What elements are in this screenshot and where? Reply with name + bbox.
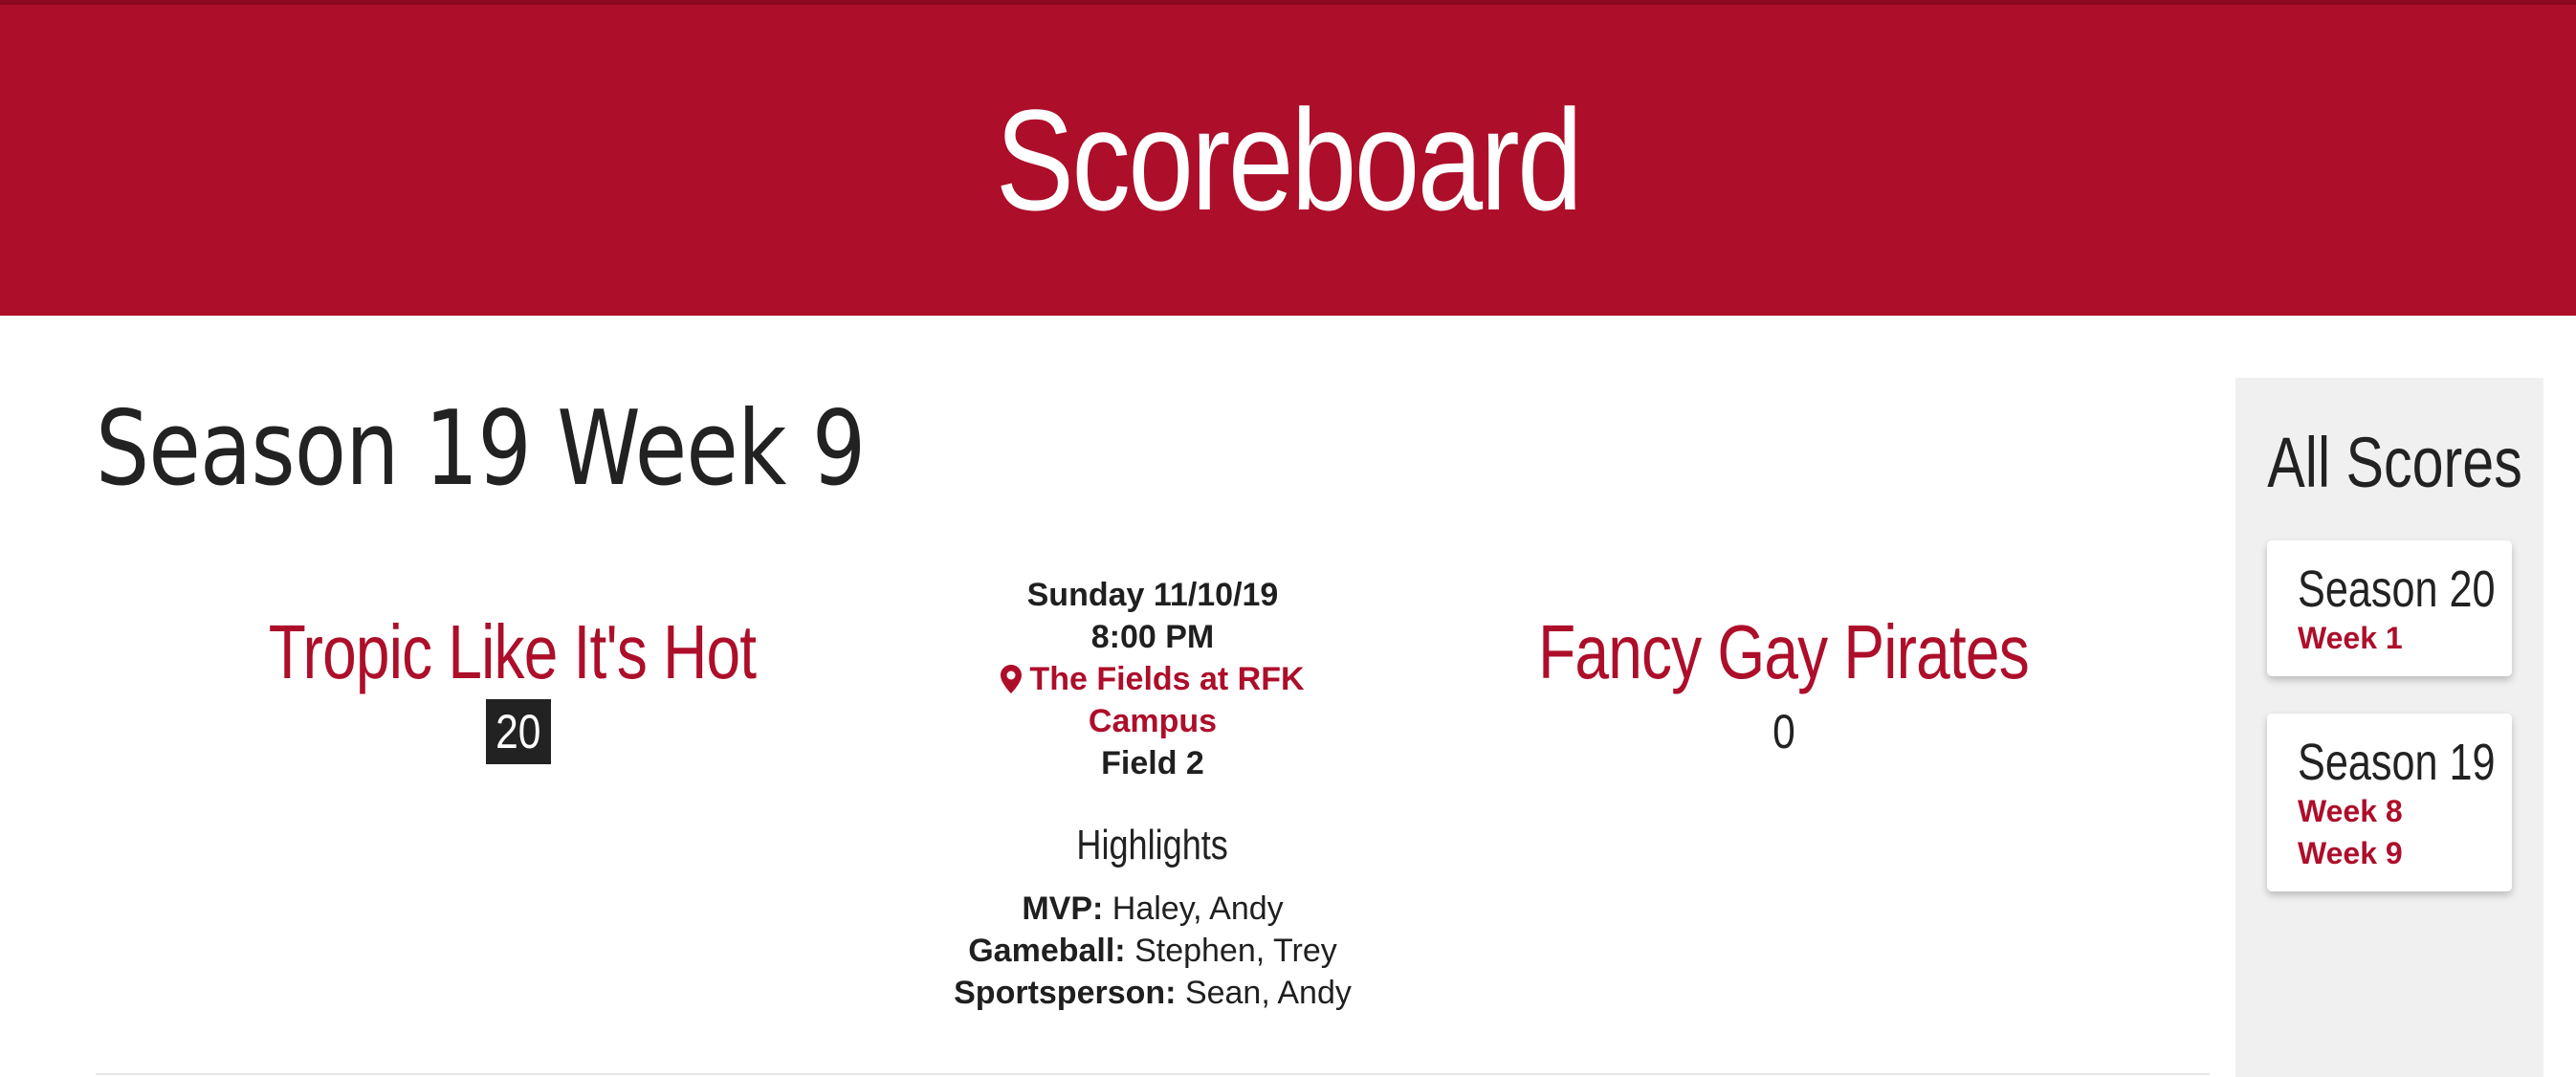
highlight-label: MVP: (1022, 890, 1104, 927)
location-link[interactable]: The Fields at RFK Campus (1001, 661, 1305, 739)
highlights-heading-text: Highlights (1076, 822, 1229, 868)
away-team-score: 0 (1746, 699, 1822, 764)
season-name-text: Season 19 (2298, 734, 2496, 791)
highlight-value: Haley, Andy (1112, 890, 1284, 927)
home-team-link[interactable]: Tropic Like It's Hot (268, 608, 756, 696)
week-link[interactable]: Week 1 (2298, 617, 2481, 659)
season-card: Season 19 Week 8 Week 9 (2267, 714, 2512, 891)
scores-sidebar: All Scores Season 20 Week 1 Season 19 We… (2235, 378, 2543, 1077)
week-link[interactable]: Week 9 (2298, 832, 2481, 874)
game-time: 8:00 PM (1090, 619, 1215, 655)
game-location: The Fields at RFK Campus (918, 658, 1387, 742)
week-heading: Season 19 Week 9 (96, 389, 866, 509)
highlight-mvp: MVP: Haley, Andy (861, 888, 1444, 930)
page-title: Scoreboard (995, 79, 1583, 240)
highlight-label: Sportsperson: (954, 975, 1177, 1011)
game-field: Field 2 (1101, 745, 1204, 781)
away-team: Fancy Gay Pirates (1473, 608, 2095, 696)
season-name-text: Season 20 (2298, 560, 2496, 618)
highlight-sportsperson: Sportsperson: Sean, Andy (861, 972, 1444, 1014)
home-team: Tropic Like It's Hot (191, 608, 832, 696)
home-team-score: 20 (486, 699, 551, 764)
highlight-value: Sean, Andy (1184, 975, 1352, 1011)
home-score-value: 20 (495, 705, 541, 758)
season-card: Season 20 Week 1 (2267, 540, 2512, 676)
highlight-label: Gameball: (968, 933, 1126, 969)
season-name: Season 19 (2298, 735, 2496, 790)
sidebar-title-text: All Scores (2267, 423, 2522, 502)
season-name: Season 20 (2298, 561, 2496, 617)
highlight-value: Stephen, Trey (1134, 933, 1337, 969)
sidebar-title: All Scores (2235, 423, 2543, 503)
highlights-list: MVP: Haley, Andy Gameball: Stephen, Trey… (861, 888, 1444, 1014)
highlights-heading: Highlights (918, 819, 1387, 872)
away-team-link[interactable]: Fancy Gay Pirates (1539, 608, 2031, 696)
map-pin-icon (1001, 665, 1023, 693)
away-score-value: 0 (1772, 705, 1795, 758)
game-details: Sunday 11/10/19 8:00 PM The Fields at RF… (918, 574, 1387, 784)
week-link[interactable]: Week 8 (2298, 790, 2481, 832)
location-text: The Fields at RFK Campus (1029, 661, 1305, 739)
highlight-gameball: Gameball: Stephen, Trey (861, 930, 1444, 972)
game-date: Sunday 11/10/19 (1026, 577, 1279, 613)
scoreboard-page: Scoreboard Season 19 Week 9 Tropic Like … (0, 0, 2576, 1077)
divider (96, 1073, 2210, 1075)
page-banner: Scoreboard (0, 0, 2576, 316)
